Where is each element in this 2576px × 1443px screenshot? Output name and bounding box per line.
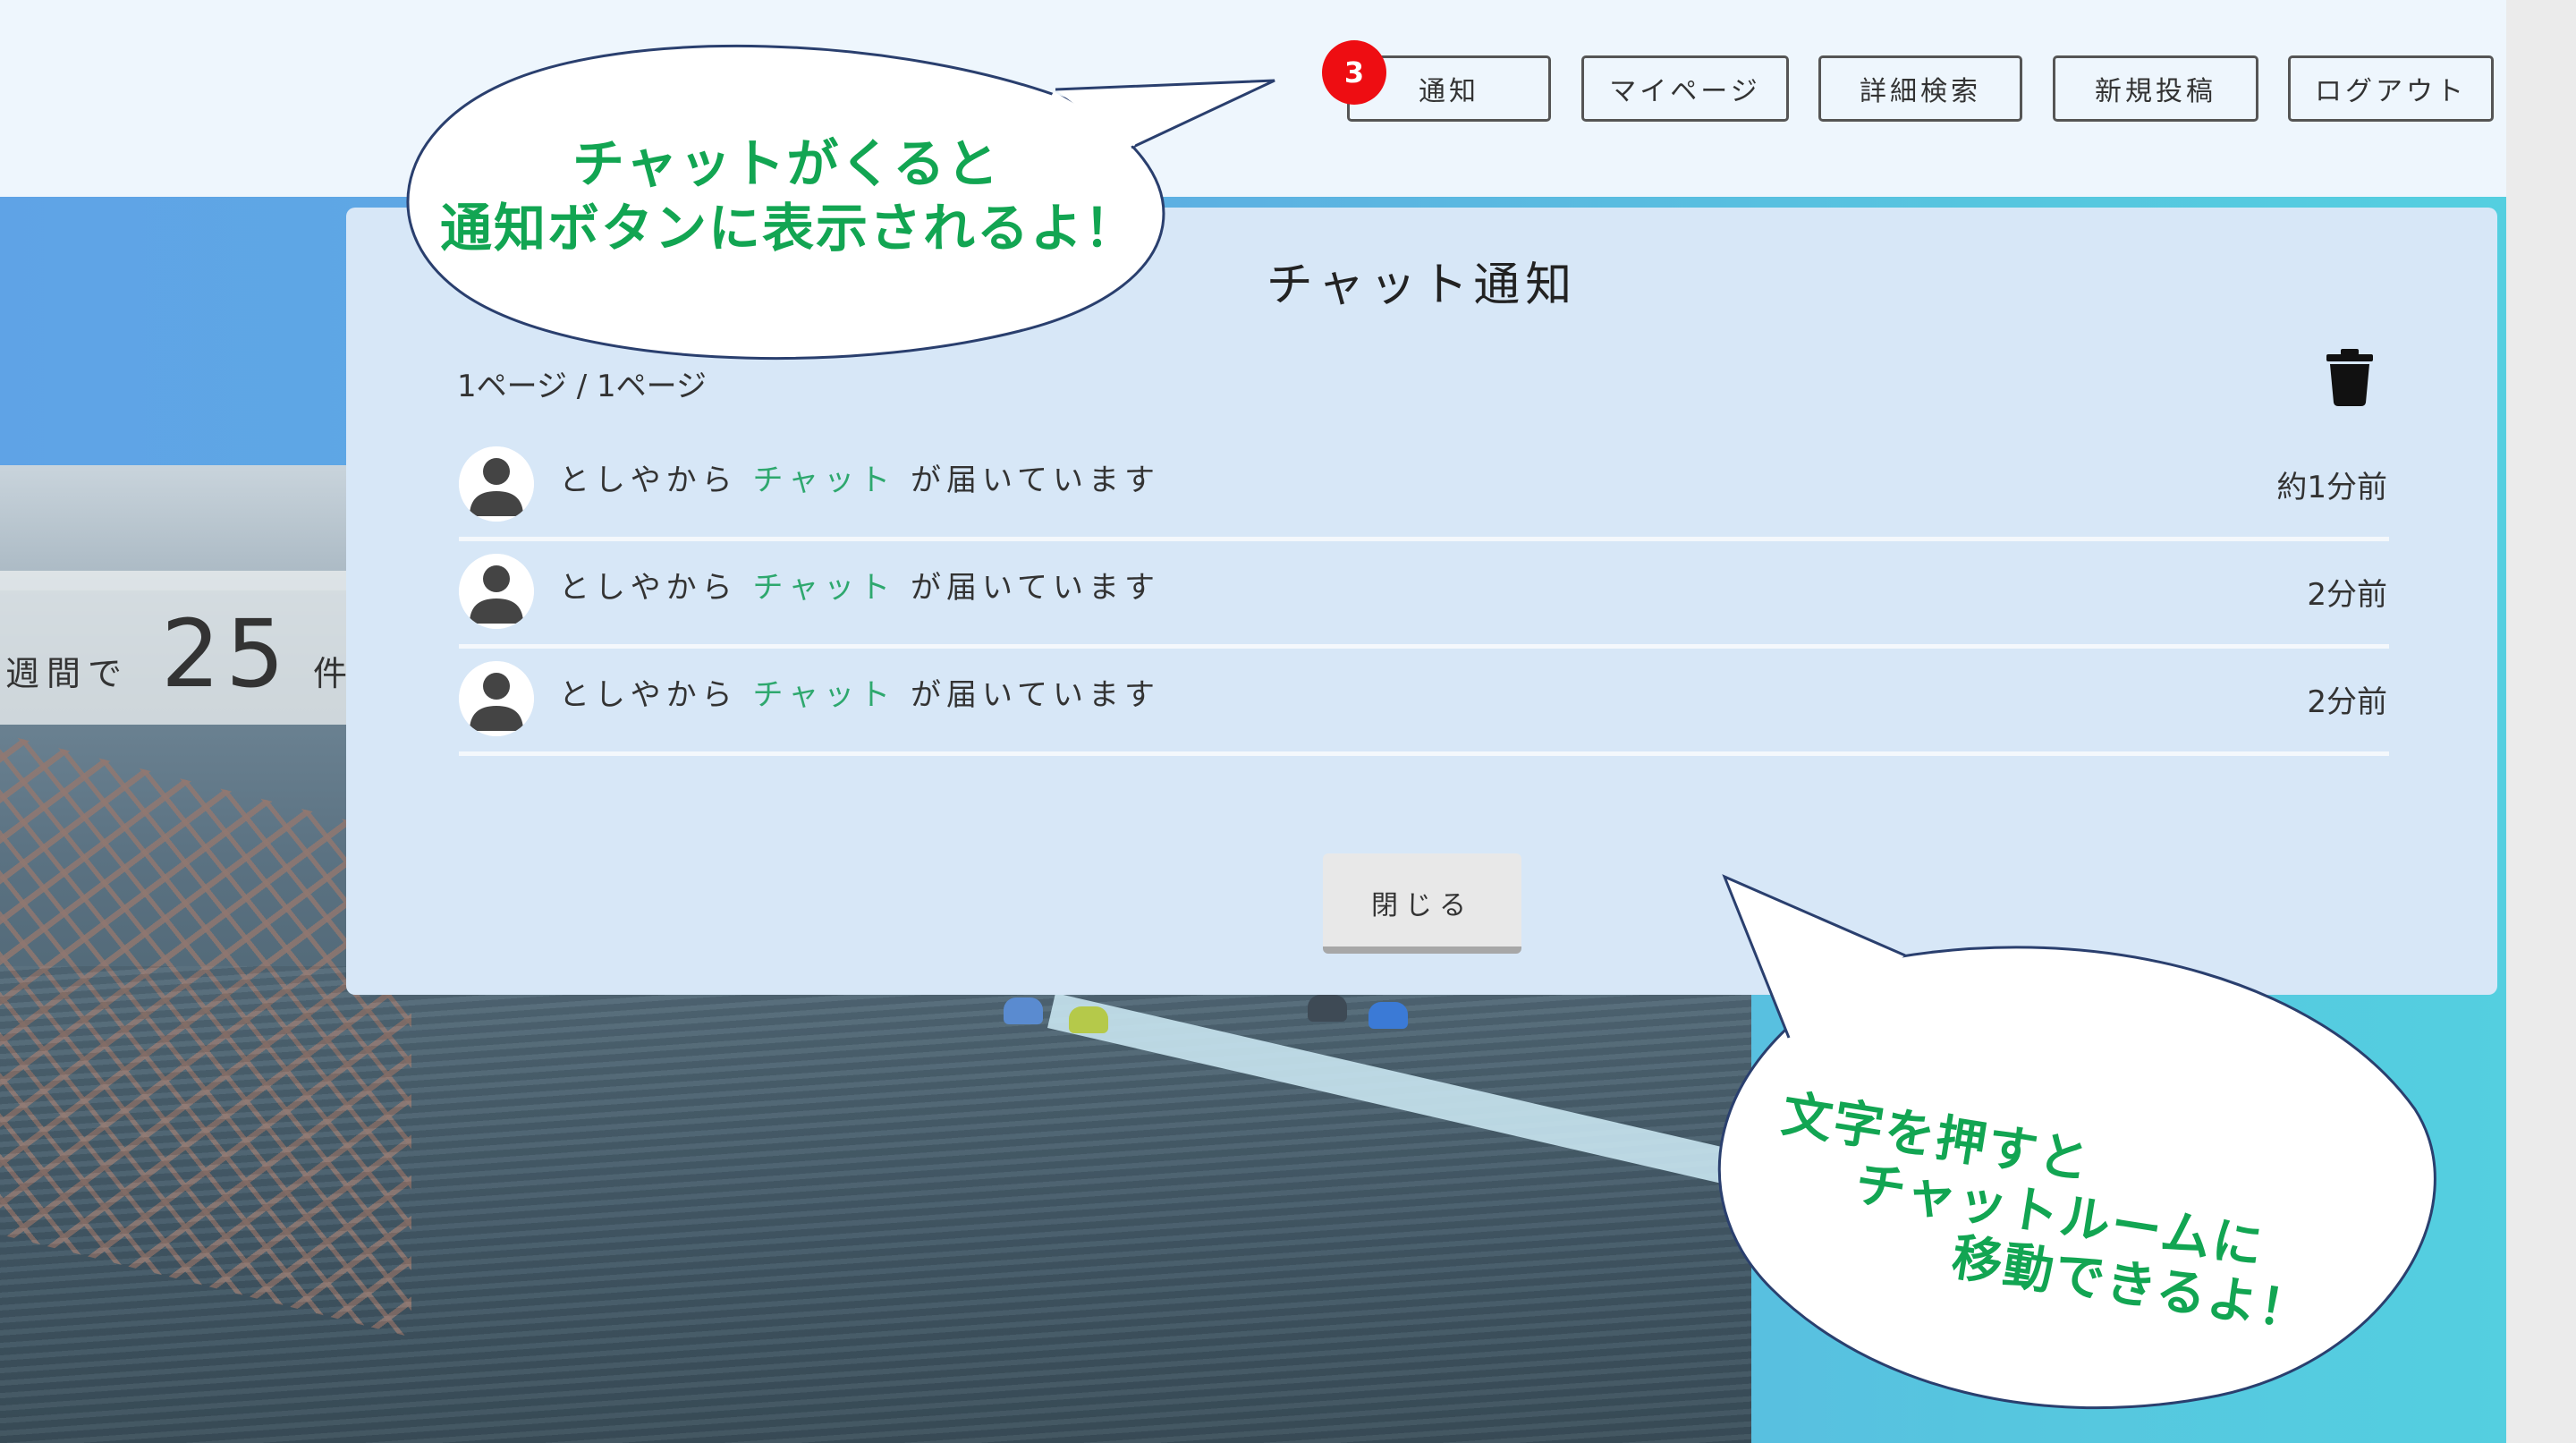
close-button[interactable]: 閉じる (1323, 853, 1521, 954)
notification-message: としやから チャット が届いています (559, 463, 1160, 498)
logout-button[interactable]: ログアウト (2288, 55, 2494, 122)
notification-message: としやから チャット が届いています (559, 570, 1160, 606)
weekly-count-suffix: 件 (313, 654, 348, 693)
weekly-count-prefix: 週間で (5, 654, 130, 693)
notification-time: 2分前 (2307, 684, 2387, 720)
weekly-count-number: 25 (161, 599, 291, 709)
user-avatar-icon (459, 554, 534, 629)
chat-link[interactable]: チャット (752, 570, 895, 606)
chat-link[interactable]: チャット (752, 677, 895, 713)
user-avatar-icon (459, 446, 534, 522)
chat-link[interactable]: チャット (752, 463, 895, 498)
scrollbar[interactable] (2506, 0, 2576, 1443)
notification-row[interactable]: としやから チャット が届いています 約1分前 (459, 436, 2389, 541)
notification-count-badge: 3 (1322, 40, 1386, 105)
notice-callout-text-2: 通知ボタンに表示されるよ！ (440, 198, 1139, 259)
mypage-button[interactable]: マイページ (1581, 55, 1789, 122)
notification-row[interactable]: としやから チャット が届いています 2分前 (459, 650, 2389, 756)
notification-row[interactable]: としやから チャット が届いています 2分前 (459, 543, 2389, 649)
advanced-search-button[interactable]: 詳細検索 (1818, 55, 2022, 122)
trash-icon[interactable] (2325, 349, 2375, 406)
notification-time: 約1分前 (2276, 470, 2387, 505)
user-avatar-icon (459, 661, 534, 736)
new-post-button[interactable]: 新規投稿 (2053, 55, 2258, 122)
notification-message: としやから チャット が届いています (559, 677, 1160, 713)
notification-time: 2分前 (2307, 577, 2387, 613)
